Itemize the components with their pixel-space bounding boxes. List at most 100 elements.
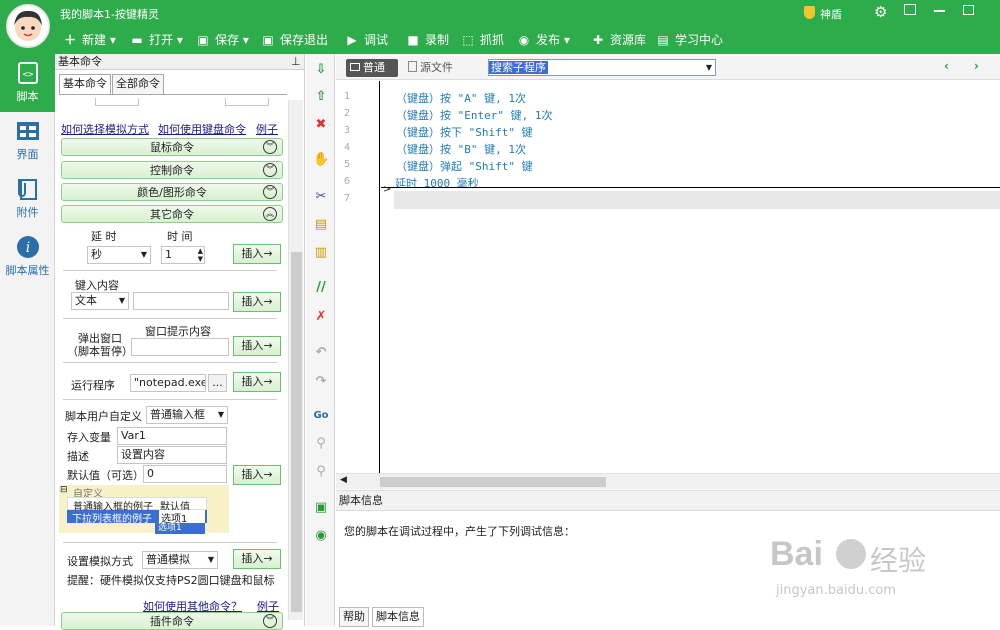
grab-button[interactable]: ⬚ 抓抓	[460, 26, 504, 54]
how-select-sim-link[interactable]: 如何选择模拟方式	[61, 121, 149, 137]
publish-icon: ◉	[518, 33, 530, 47]
scrollbar-thumb[interactable]	[291, 252, 302, 612]
insert-key-input-button[interactable]: 插入→	[233, 292, 281, 312]
nav-item-script[interactable]: <> 脚本	[0, 54, 55, 112]
move-down-icon[interactable]: ⇩	[313, 62, 329, 78]
tab-help[interactable]: 帮助	[339, 607, 369, 627]
save-exit-button[interactable]: ▣ 保存退出	[260, 26, 328, 54]
learn-center-button[interactable]: ▤ 学习中心	[655, 26, 723, 54]
category-other[interactable]: 其它命令 ︽	[61, 205, 283, 223]
editor-hscrollbar[interactable]: ◀	[336, 473, 1000, 489]
store-var-field[interactable]: Var1	[117, 427, 227, 445]
save-button[interactable]: ▣ 保存 ▾	[195, 26, 249, 54]
user-define-type-select[interactable]: 普通输入框	[146, 406, 228, 424]
collapse-icon: ︽	[263, 207, 277, 221]
find-next-icon[interactable]: ⚲	[313, 464, 329, 480]
tab-basic-commands[interactable]: 基本命令	[59, 74, 111, 94]
example-link[interactable]: 例子	[256, 121, 278, 137]
scroll-left-icon[interactable]: ◀	[340, 475, 347, 485]
shield-icon[interactable]	[804, 6, 815, 19]
insert-run-button[interactable]: 插入→	[233, 372, 281, 392]
redo-icon[interactable]: ↷	[313, 374, 329, 390]
tab-source-view[interactable]: 源文件	[408, 59, 453, 77]
hardware-tip: 提醒：硬件模拟仅支持PS2圆口键盘和鼠标	[67, 574, 275, 587]
search-subroutine-select[interactable]: 搜索子程序 ▼	[488, 59, 716, 76]
watermark-brand2: 经验	[870, 544, 927, 577]
category-mouse[interactable]: 鼠标命令 ︾	[61, 138, 283, 156]
sim-mode-select[interactable]: 普通模拟	[142, 551, 218, 569]
code-editor[interactable]: 1 （键盘）按 "A" 键, 1次 2 （键盘）按 "Enter" 键, 1次 3 （…	[336, 81, 1000, 473]
divider	[63, 270, 277, 271]
resources-button[interactable]: ✚ 资源库	[590, 26, 646, 54]
maximize-icon[interactable]	[963, 5, 974, 15]
delay-value-stepper[interactable]: 1 ▲ ▼	[161, 246, 205, 264]
current-line-marker	[381, 187, 1000, 188]
category-color-image[interactable]: 颜色/图形命令 ︾	[61, 183, 283, 201]
minimize-to-tray-icon[interactable]	[904, 4, 916, 15]
move-up-icon[interactable]: ⇧	[313, 89, 329, 105]
pin-icon[interactable]: ⊥	[291, 54, 301, 70]
key-input-type-select[interactable]: 文本	[71, 292, 129, 310]
find-icon[interactable]: ⚲	[313, 436, 329, 452]
next-icon[interactable]: ›	[974, 59, 979, 73]
delete-icon[interactable]: ✖	[313, 117, 329, 133]
insert-popup-button[interactable]: 插入→	[233, 336, 281, 356]
browse-button[interactable]: ...	[208, 374, 227, 392]
insert-sim-button[interactable]: 插入→	[233, 549, 281, 569]
hidden-field-1[interactable]	[95, 98, 139, 106]
open-button[interactable]: ▬ 打开 ▾	[129, 26, 183, 54]
resources-icon: ✚	[592, 33, 604, 47]
tree-collapse-icon[interactable]: ⊟	[60, 485, 68, 495]
category-plugin[interactable]: 插件命令 ︾	[61, 612, 283, 630]
settings-icon[interactable]: ⚙	[874, 3, 887, 21]
popup-content-field[interactable]	[131, 338, 229, 356]
nav-item-interface[interactable]: 界面	[0, 112, 55, 170]
preview-dropdown-item[interactable]: 选项1	[155, 523, 205, 534]
svg-text:i: i	[25, 240, 29, 256]
category-control[interactable]: 控制命令 ︾	[61, 161, 283, 179]
main-toolbar: ＋新建 ▾ ▬ 打开 ▾ ▣ 保存 ▾ ▣ 保存退出 ▶ 调试 ■ 录制 ⬚ 抓抓 ◉ 发布 …	[0, 26, 1000, 54]
interface-icon	[16, 122, 39, 140]
desc-field[interactable]: 设置内容	[117, 446, 227, 464]
command-panel: 基本命令 ⊥ 基本命令 全部命令 如何选择模拟方式 如何使用键盘命令 例子 鼠标…	[55, 54, 305, 630]
caret-icon: >	[383, 184, 392, 195]
avatar[interactable]	[6, 4, 50, 48]
key-input-field[interactable]	[133, 292, 229, 310]
hidden-field-2[interactable]	[225, 98, 269, 106]
hand-icon[interactable]: ✋	[313, 152, 329, 168]
nav-item-attachment[interactable]: 附件	[0, 170, 55, 228]
tab-script-info[interactable]: 脚本信息	[372, 607, 424, 627]
undo-icon[interactable]: ↶	[313, 345, 329, 361]
divider	[63, 318, 277, 319]
panel-scrollbar[interactable]	[288, 100, 303, 620]
new-button[interactable]: ＋新建 ▾	[62, 26, 116, 54]
tab-normal-view[interactable]: 普通	[346, 59, 398, 77]
insert-delay-button[interactable]: 插入→	[233, 244, 281, 264]
comment-icon[interactable]: //	[313, 280, 329, 296]
cut-icon[interactable]: ✂	[313, 189, 329, 205]
default-value-field[interactable]: 0	[143, 465, 227, 483]
publish-button[interactable]: ◉ 发布 ▾	[516, 26, 570, 54]
record-button[interactable]: ■ 录制	[405, 26, 449, 54]
eye-icon[interactable]: ◉	[313, 528, 329, 544]
paste-icon[interactable]: ▥	[313, 245, 329, 261]
copy-icon[interactable]: ▤	[313, 217, 329, 233]
tab-divider	[59, 94, 287, 95]
debug-button[interactable]: ▶ 调试	[344, 26, 388, 54]
insert-user-define-button[interactable]: 插入→	[233, 465, 281, 485]
run-program-field[interactable]: "notepad.exe"	[130, 374, 206, 392]
how-keyboard-link[interactable]: 如何使用键盘命令	[158, 121, 246, 137]
uncomment-icon[interactable]: ✗	[313, 309, 329, 325]
tab-all-commands[interactable]: 全部命令	[112, 74, 164, 94]
nav-item-script-properties[interactable]: i 脚本属性	[0, 228, 55, 286]
stepper-arrows-icon[interactable]: ▲ ▼	[198, 247, 203, 263]
folder-icon: ▬	[131, 33, 143, 47]
shield-label[interactable]: 神盾	[820, 6, 842, 22]
hscroll-thumb[interactable]	[380, 477, 606, 487]
minimize-icon[interactable]	[934, 10, 945, 12]
goto-icon[interactable]: Go	[313, 408, 329, 424]
delay-unit-select[interactable]: 秒	[87, 246, 151, 264]
line-7[interactable]: 7	[344, 191, 1000, 209]
prev-icon[interactable]: ‹	[944, 59, 949, 73]
window-icon[interactable]: ▣	[313, 500, 329, 516]
